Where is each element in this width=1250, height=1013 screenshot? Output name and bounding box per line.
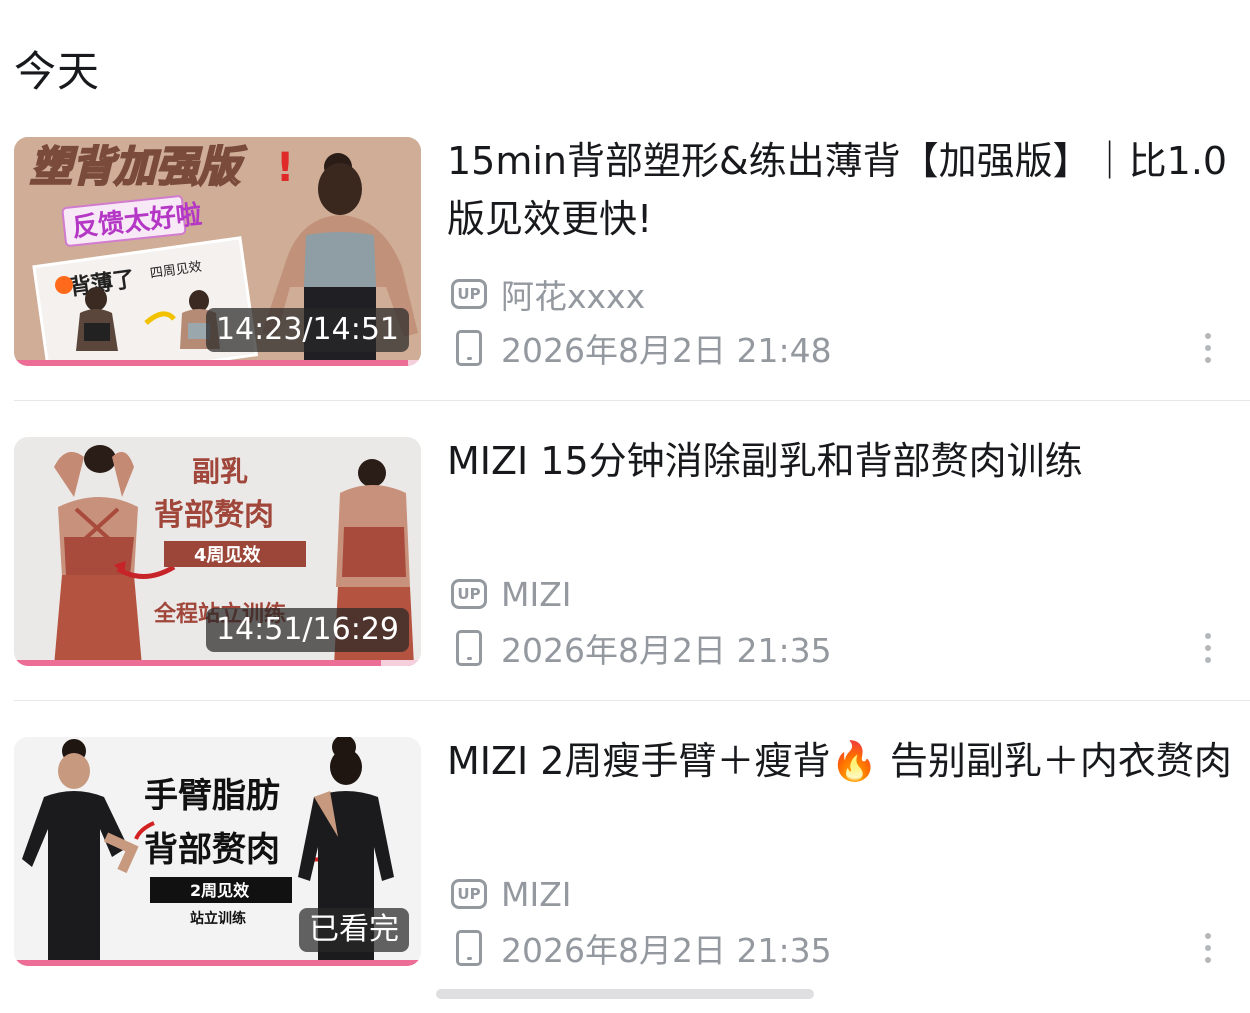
duration-badge: 14:23/14:51 xyxy=(205,308,409,352)
video-thumbnail[interactable]: 副乳 背部赘肉 4周见效 全程站立训练 14:51/16:29 xyxy=(14,437,421,666)
up-badge-icon: UP xyxy=(451,879,487,909)
watch-progress-track xyxy=(14,360,421,366)
video-thumbnail[interactable]: 手臂脂肪 背部赘肉 2周见效 站立训练 已看完 xyxy=(14,737,421,966)
uploader-name: MIZI xyxy=(501,574,572,614)
uploader-line[interactable]: UP MIZI xyxy=(451,872,572,916)
watch-time: 2026年8月2日 21:48 xyxy=(501,331,832,370)
up-badge-icon: UP xyxy=(451,579,487,609)
video-thumbnail[interactable]: 塑背加强版 ! 反馈太好啦 背薄了 四周见效 14:23/14:51 xyxy=(14,137,421,366)
more-vertical-icon xyxy=(1205,933,1211,939)
section-title-today: 今天 xyxy=(14,47,101,96)
row-divider xyxy=(14,700,1250,701)
thumbnail-line3: 站立训练 xyxy=(190,910,246,927)
video-title[interactable]: 15min背部塑形&练出薄背【加强版】｜比1.0版见效更快! xyxy=(447,132,1237,248)
uploader-line[interactable]: UP 阿花xxxx xyxy=(451,272,645,316)
thumbnail-headline: 塑背加强版 xyxy=(30,142,247,191)
watch-progress-fill xyxy=(14,360,409,366)
uploader-name: 阿花xxxx xyxy=(501,277,646,316)
thumbnail-badge: 2周见效 xyxy=(190,881,249,900)
more-vertical-icon xyxy=(1205,333,1211,339)
video-title[interactable]: MIZI 2周瘦手臂＋瘦背🔥 告别副乳＋内衣赘肉 xyxy=(447,732,1237,790)
phone-icon xyxy=(456,630,482,666)
home-indicator[interactable] xyxy=(436,989,814,999)
watch-time-line: 2026年8月2日 21:35 xyxy=(451,626,832,670)
svg-text:!: ! xyxy=(276,145,294,191)
row-divider xyxy=(14,400,1250,401)
thumbnail-line1: 手臂脂肪 xyxy=(144,776,280,816)
watch-time: 2026年8月2日 21:35 xyxy=(501,931,832,970)
phone-icon xyxy=(456,930,482,966)
watch-progress-fill xyxy=(14,660,381,666)
video-title[interactable]: MIZI 15分钟消除副乳和背部赘肉训练 xyxy=(447,432,1237,490)
duration-badge: 14:51/16:29 xyxy=(205,608,409,652)
more-options-button[interactable] xyxy=(1195,926,1221,970)
phone-icon xyxy=(456,330,482,366)
uploader-name: MIZI xyxy=(501,874,572,914)
uploader-line[interactable]: UP MIZI xyxy=(451,572,572,616)
watch-progress-track xyxy=(14,960,421,966)
more-options-button[interactable] xyxy=(1195,326,1221,370)
up-badge-icon: UP xyxy=(451,279,487,309)
more-vertical-icon xyxy=(1205,633,1211,639)
watch-time: 2026年8月2日 21:35 xyxy=(501,631,832,670)
watch-time-line: 2026年8月2日 21:35 xyxy=(451,926,832,970)
watch-progress-fill xyxy=(14,960,421,966)
more-options-button[interactable] xyxy=(1195,626,1221,670)
thumbnail-badge: 4周见效 xyxy=(194,544,262,566)
watch-progress-track xyxy=(14,660,421,666)
watched-badge: 已看完 xyxy=(299,908,409,952)
thumbnail-line2: 背部赘肉 xyxy=(154,498,274,533)
thumbnail-line2: 背部赘肉 xyxy=(144,830,280,870)
watch-time-line: 2026年8月2日 21:48 xyxy=(451,326,832,370)
thumbnail-line1: 副乳 xyxy=(192,455,248,488)
